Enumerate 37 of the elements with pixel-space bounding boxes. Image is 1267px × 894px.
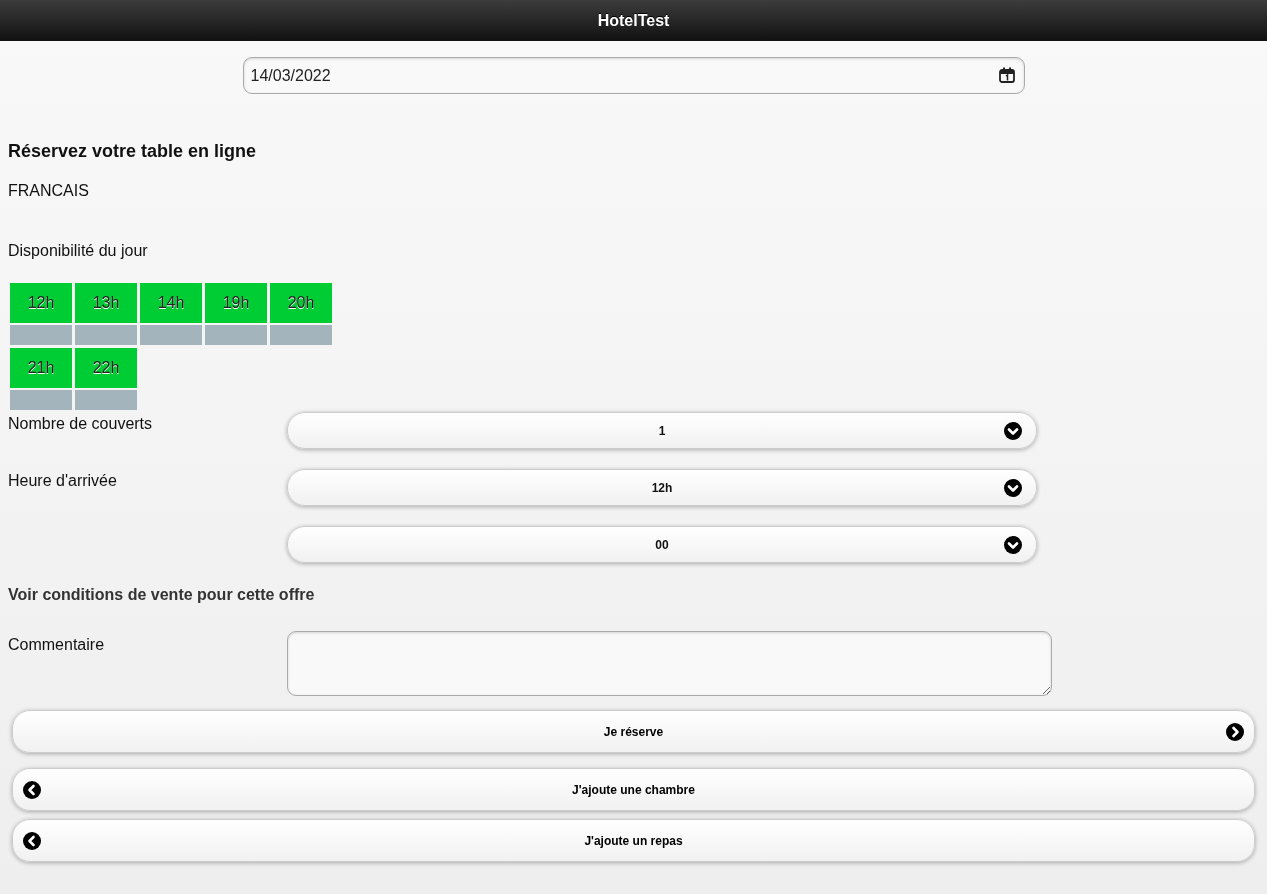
chevron-down-icon xyxy=(1004,479,1022,497)
availability-bar xyxy=(75,390,137,410)
calendar-icon[interactable] xyxy=(998,67,1015,83)
time-slot[interactable]: 22h xyxy=(75,348,137,388)
language-label: FRANCAIS xyxy=(8,181,90,201)
time-slot[interactable]: 21h xyxy=(10,348,72,388)
chevron-down-icon xyxy=(1004,536,1022,554)
time-slot[interactable]: 19h xyxy=(205,283,267,323)
availability-bar xyxy=(75,325,137,345)
date-field[interactable]: 14/03/2022 xyxy=(242,57,1025,94)
conditions-link[interactable]: Voir conditions de vente pour cette offre xyxy=(8,583,1259,607)
comment-field[interactable] xyxy=(287,631,1052,696)
availability-bar xyxy=(140,325,202,345)
availability-bar xyxy=(10,325,72,345)
select-dropdown[interactable]: 00 xyxy=(287,526,1037,563)
chevron-down-icon xyxy=(1004,422,1022,440)
field-label: Heure d'arrivée xyxy=(8,472,117,489)
action-button[interactable]: J'ajoute un repas xyxy=(12,819,1255,862)
section-heading: Réservez votre table en ligne xyxy=(8,140,258,163)
time-slot[interactable]: 13h xyxy=(75,283,137,323)
chevron-right-icon xyxy=(1226,723,1244,741)
action-button[interactable]: J'ajoute une chambre xyxy=(12,768,1255,811)
app-title: HotelTest xyxy=(597,10,670,31)
chevron-left-icon xyxy=(23,832,41,850)
field-label: Commentaire xyxy=(8,636,105,653)
time-slot[interactable]: 12h xyxy=(10,283,72,323)
action-button[interactable]: Je réserve xyxy=(12,710,1255,753)
time-slot[interactable]: 20h xyxy=(270,283,332,323)
availability-bar xyxy=(205,325,267,345)
availability-bar xyxy=(10,390,72,410)
chevron-left-icon xyxy=(23,781,41,799)
field-label: Nombre de couverts xyxy=(8,415,153,432)
availability-bar xyxy=(270,325,332,345)
select-dropdown[interactable]: 12h xyxy=(287,469,1037,506)
availability-label: Disponibilité du jour xyxy=(8,241,149,261)
time-slot[interactable]: 14h xyxy=(140,283,202,323)
select-dropdown[interactable]: 1 xyxy=(287,412,1037,449)
